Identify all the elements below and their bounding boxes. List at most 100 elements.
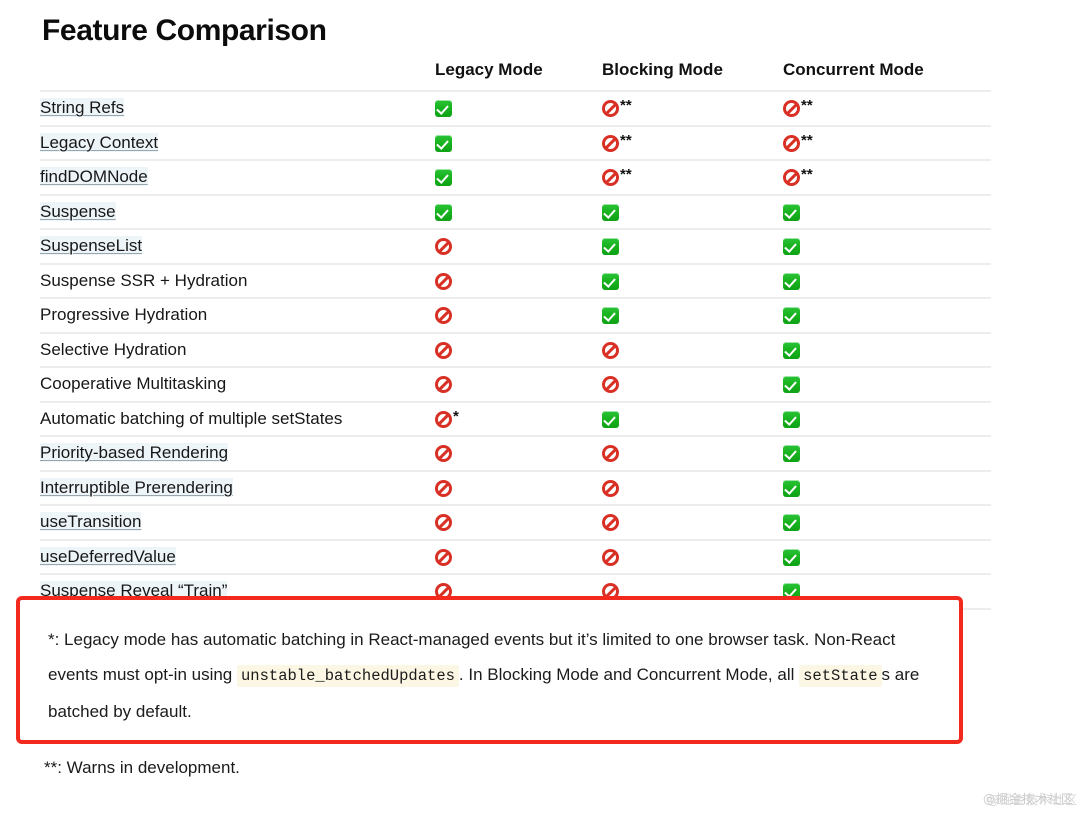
table-row: Automatic batching of multiple setStates… xyxy=(40,401,991,437)
cell-feature-name: Progressive Hydration xyxy=(40,298,435,334)
watermark: @掘金技术社区 @掘金技术社区 xyxy=(983,790,1077,807)
prohibited-icon xyxy=(602,548,619,566)
supported-check-icon xyxy=(783,238,800,256)
prohibited-icon xyxy=(602,376,619,394)
cell-concurrent-mode xyxy=(783,332,991,368)
table-row: Suspense xyxy=(40,194,991,230)
supported-check-icon xyxy=(783,272,800,290)
feature-link[interactable]: useTransition xyxy=(40,512,142,532)
cell-blocking-mode xyxy=(602,229,783,265)
table-header-row: Legacy Mode Blocking Mode Concurrent Mod… xyxy=(40,54,991,92)
cell-legacy-mode xyxy=(435,298,602,334)
cell-feature-name[interactable]: useDeferredValue xyxy=(40,539,435,575)
feature-text: Selective Hydration xyxy=(40,339,187,359)
supported-check-icon xyxy=(602,410,619,428)
cell-legacy-mode-footnote-marker: * xyxy=(453,407,459,425)
cell-feature-name[interactable]: SuspenseList xyxy=(40,229,435,265)
table-row: useDeferredValue xyxy=(40,539,991,575)
feature-link[interactable]: useDeferredValue xyxy=(40,546,176,566)
cell-concurrent-mode xyxy=(783,367,991,403)
table-header: Legacy Mode Blocking Mode Concurrent Mod… xyxy=(40,54,991,92)
cell-feature-name: Suspense SSR + Hydration xyxy=(40,263,435,299)
cell-feature-name[interactable]: findDOMNode xyxy=(40,160,435,196)
feature-link[interactable]: Suspense xyxy=(40,201,116,221)
cell-blocking-mode xyxy=(602,470,783,506)
supported-check-icon xyxy=(435,134,452,152)
prohibited-icon xyxy=(435,479,452,497)
cell-feature-name[interactable]: Interruptible Prerendering xyxy=(40,470,435,506)
supported-check-icon xyxy=(783,514,800,532)
footnote-text-part2: . In Blocking Mode and Concurrent Mode, … xyxy=(458,665,800,684)
cell-legacy-mode xyxy=(435,367,602,403)
cell-concurrent-mode xyxy=(783,401,991,437)
supported-check-icon xyxy=(783,376,800,394)
cell-concurrent-mode xyxy=(783,505,991,541)
cell-feature-name: Selective Hydration xyxy=(40,332,435,368)
feature-link[interactable]: String Refs xyxy=(40,98,125,118)
table-row: Suspense SSR + Hydration xyxy=(40,263,991,299)
prohibited-icon xyxy=(783,100,800,118)
feature-link[interactable]: Legacy Context xyxy=(40,132,159,152)
cell-feature-name[interactable]: Legacy Context xyxy=(40,125,435,161)
table-row: Selective Hydration xyxy=(40,332,991,368)
cell-feature-name: Automatic batching of multiple setStates xyxy=(40,401,435,437)
feature-link[interactable]: Priority-based Rendering xyxy=(40,443,229,463)
cell-blocking-mode: ** xyxy=(602,160,783,196)
cell-legacy-mode xyxy=(435,539,602,575)
cell-concurrent-mode xyxy=(783,194,991,230)
feature-link[interactable]: Interruptible Prerendering xyxy=(40,477,233,497)
table-row: Interruptible Prerendering xyxy=(40,470,991,506)
cell-legacy-mode xyxy=(435,332,602,368)
prohibited-icon xyxy=(602,341,619,359)
table-body: String Refs ** ** Legacy Context ** ** findDOM… xyxy=(40,91,991,610)
cell-legacy-mode xyxy=(435,125,602,161)
cell-legacy-mode xyxy=(435,229,602,265)
prohibited-icon xyxy=(435,341,452,359)
cell-blocking-mode: ** xyxy=(602,91,783,127)
prohibited-icon xyxy=(435,272,452,290)
cell-feature-name[interactable]: String Refs xyxy=(40,91,435,127)
prohibited-icon xyxy=(602,169,619,187)
watermark-shadow-text: @掘金技术社区 xyxy=(986,793,1078,807)
supported-check-icon xyxy=(783,341,800,359)
table-row: Progressive Hydration xyxy=(40,298,991,334)
cell-feature-name[interactable]: useTransition xyxy=(40,505,435,541)
cell-legacy-mode xyxy=(435,470,602,506)
cell-blocking-mode xyxy=(602,298,783,334)
footnote-double-star-text: **: Warns in development. xyxy=(44,758,240,777)
cell-feature-name[interactable]: Priority-based Rendering xyxy=(40,436,435,472)
cell-legacy-mode xyxy=(435,505,602,541)
table-row: findDOMNode ** ** xyxy=(40,160,991,196)
cell-feature-name[interactable]: Suspense xyxy=(40,194,435,230)
cell-blocking-mode-footnote-marker: ** xyxy=(620,97,632,115)
prohibited-icon xyxy=(602,100,619,118)
supported-check-icon xyxy=(602,272,619,290)
cell-concurrent-mode xyxy=(783,436,991,472)
prohibited-icon xyxy=(602,134,619,152)
table-row: Cooperative Multitasking xyxy=(40,367,991,403)
feature-comparison-table: Legacy Mode Blocking Mode Concurrent Mod… xyxy=(40,54,991,610)
cell-concurrent-mode xyxy=(783,298,991,334)
code-unstable-batched-updates: unstable_batchedUpdates xyxy=(236,665,459,687)
cell-legacy-mode xyxy=(435,194,602,230)
cell-blocking-mode-footnote-marker: ** xyxy=(620,131,632,149)
cell-concurrent-mode: ** xyxy=(783,125,991,161)
cell-legacy-mode xyxy=(435,160,602,196)
cell-feature-name: Cooperative Multitasking xyxy=(40,367,435,403)
feature-link[interactable]: findDOMNode xyxy=(40,167,148,187)
column-header-concurrent-mode: Concurrent Mode xyxy=(783,54,991,92)
cell-concurrent-mode-footnote-marker: ** xyxy=(801,131,813,149)
column-header-blocking-mode: Blocking Mode xyxy=(602,54,783,92)
cell-legacy-mode xyxy=(435,263,602,299)
prohibited-icon xyxy=(435,410,452,428)
supported-check-icon xyxy=(602,307,619,325)
table-row: SuspenseList xyxy=(40,229,991,265)
supported-check-icon xyxy=(783,548,800,566)
table-row: String Refs ** ** xyxy=(40,91,991,127)
feature-link[interactable]: SuspenseList xyxy=(40,236,143,256)
cell-concurrent-mode xyxy=(783,470,991,506)
cell-blocking-mode xyxy=(602,332,783,368)
prohibited-icon xyxy=(783,169,800,187)
cell-blocking-mode: ** xyxy=(602,125,783,161)
feature-text: Progressive Hydration xyxy=(40,305,208,325)
